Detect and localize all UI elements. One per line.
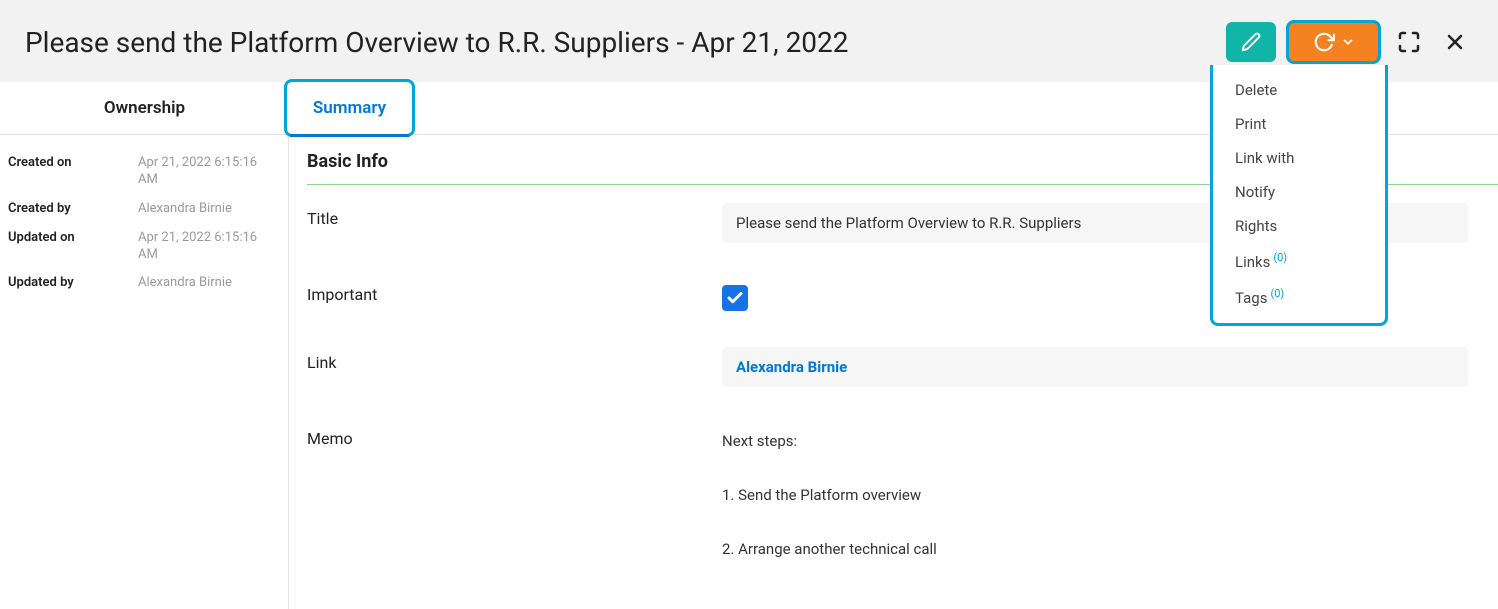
close-button[interactable] [1437,24,1473,60]
tags-badge: (0) [1270,287,1284,300]
pencil-icon [1241,32,1261,52]
updated-by-value: Alexandra Birnie [138,275,280,292]
actions-dropdown: Delete Print Link with Notify Rights Lin… [1210,65,1388,326]
dropdown-tags[interactable]: Tags(0) [1213,279,1385,315]
dropdown-link-with[interactable]: Link with [1213,141,1385,175]
created-by-value: Alexandra Birnie [138,201,280,218]
updated-on-value: Apr 21, 2022 6:15:16 AM [138,230,280,264]
memo-value: Next steps: 1. Send the Platform overvie… [722,423,1498,561]
page-title: Please send the Platform Overview to R.R… [25,26,1226,59]
dropdown-rights[interactable]: Rights [1213,209,1385,243]
link-value[interactable]: Alexandra Birnie [722,347,1468,387]
expand-button[interactable] [1391,24,1427,60]
check-icon [726,289,744,307]
title-label: Title [307,203,722,228]
memo-line: Next steps: [722,429,1498,453]
links-badge: (0) [1273,251,1287,264]
memo-line: 2. Arrange another technical call [722,537,1498,561]
memo-label: Memo [307,423,722,448]
edit-button[interactable] [1226,22,1276,62]
ownership-panel: Created on Apr 21, 2022 6:15:16 AM Creat… [0,135,288,312]
tab-ownership[interactable]: Ownership [0,82,289,134]
dropdown-links[interactable]: Links(0) [1213,243,1385,279]
expand-icon [1397,30,1421,54]
actions-button[interactable] [1286,20,1381,64]
important-checkbox[interactable] [722,285,748,311]
dropdown-delete[interactable]: Delete [1213,73,1385,107]
link-label: Link [307,347,722,372]
chevron-down-icon [1341,35,1355,49]
important-label: Important [307,279,722,304]
updated-by-label: Updated by [8,275,138,292]
dropdown-print[interactable]: Print [1213,107,1385,141]
created-on-label: Created on [8,155,138,189]
close-icon [1443,30,1467,54]
tab-summary[interactable]: Summary [284,79,415,137]
memo-line: 1. Send the Platform overview [722,483,1498,507]
updated-on-label: Updated on [8,230,138,264]
refresh-icon [1313,31,1335,53]
dropdown-notify[interactable]: Notify [1213,175,1385,209]
created-by-label: Created by [8,201,138,218]
created-on-value: Apr 21, 2022 6:15:16 AM [138,155,280,189]
